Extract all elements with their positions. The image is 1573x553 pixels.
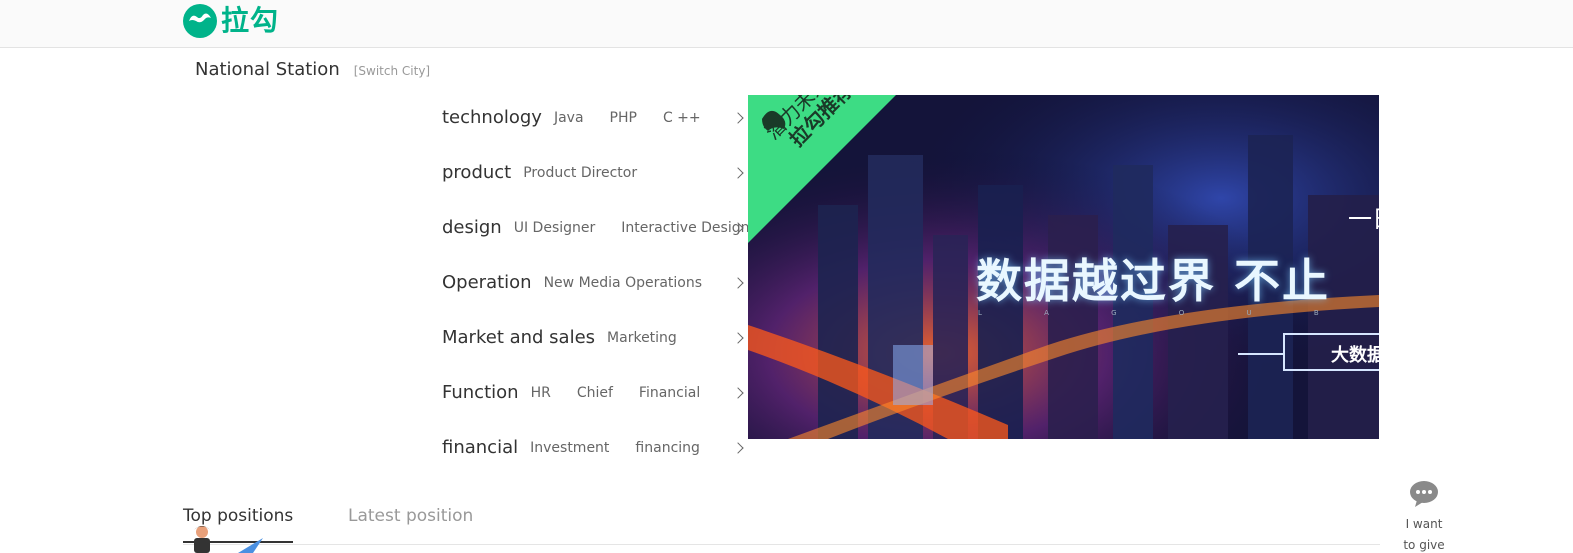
top-header: 拉勾	[0, 0, 1573, 48]
tab-latest-position[interactable]: Latest position	[348, 505, 473, 527]
chevron-right-icon	[732, 276, 744, 289]
switch-city-link[interactable]: [Switch City]	[354, 64, 430, 78]
logo-text: 拉勾	[221, 4, 280, 37]
station-name: National Station	[195, 59, 340, 80]
menu-row-design[interactable]: design UI Designer Interactive Design	[442, 200, 749, 255]
menu-title: Operation	[442, 272, 532, 293]
chevron-right-icon	[732, 111, 744, 124]
menu-title: financial	[442, 437, 519, 458]
menu-row-function[interactable]: Function HR Chief Financial	[442, 365, 746, 420]
menu-row-market-sales[interactable]: Market and sales Marketing	[442, 310, 746, 365]
menu-title: Market and sales	[442, 327, 596, 348]
menu-sub-link[interactable]: financing	[635, 440, 700, 456]
menu-row-operation[interactable]: Operation New Media Operations	[442, 255, 746, 310]
menu-sub-link[interactable]: Investment	[530, 440, 609, 456]
menu-sub-link[interactable]: Financial	[639, 385, 700, 401]
menu-sub-link[interactable]: Chief	[577, 385, 613, 401]
menu-sub-link[interactable]: UI Designer	[514, 220, 596, 236]
banner-dots-text: L A G O U B I G	[978, 309, 1379, 317]
feedback-widget[interactable]: I want to give	[1398, 480, 1450, 553]
logo-icon	[183, 4, 217, 38]
menu-sub-link[interactable]: PHP	[610, 110, 637, 126]
menu-sub-link[interactable]: Interactive Design	[621, 220, 749, 236]
chevron-right-icon	[732, 386, 744, 399]
promo-banner[interactable]: 潜力未来 拉勾推荐 一日 数据越过界 不止 L A G O U B I G 大数…	[748, 95, 1379, 439]
banner-line	[1238, 353, 1284, 355]
banner-box-text: 大数据	[1331, 345, 1379, 366]
station-selector: National Station [Switch City]	[195, 59, 430, 80]
logo[interactable]: 拉勾	[183, 4, 279, 38]
chevron-right-icon	[732, 331, 744, 344]
feedback-label: I want to give	[1403, 517, 1445, 552]
banner-box: 大数据	[1283, 333, 1379, 371]
chevron-right-icon	[732, 166, 744, 179]
menu-row-technology[interactable]: technology Java PHP C ++	[442, 90, 746, 145]
banner-headline: 数据越过界 不止	[976, 254, 1331, 308]
position-tabs: Top positions Latest position	[183, 505, 1380, 545]
menu-sub-link[interactable]: HR	[531, 385, 551, 401]
menu-title: Function	[442, 382, 519, 403]
menu-sub-link[interactable]: C ++	[663, 110, 701, 126]
banner-ribbon: 潜力未来 拉勾推荐	[748, 95, 898, 245]
menu-sub-link[interactable]: Marketing	[607, 330, 677, 346]
menu-title: product	[442, 162, 512, 183]
menu-row-financial[interactable]: financial Investment financing	[442, 420, 746, 475]
menu-sub-link[interactable]: Java	[554, 110, 584, 126]
menu-row-product[interactable]: product Product Director	[442, 145, 746, 200]
illustration-figure	[194, 526, 263, 553]
menu-title: technology	[442, 107, 542, 128]
category-menu: technology Java PHP C ++ product Product…	[442, 90, 749, 475]
banner-corner-text: 一日	[1348, 205, 1379, 233]
menu-sub-link[interactable]: New Media Operations	[544, 275, 702, 291]
menu-sub-link[interactable]: Product Director	[523, 165, 637, 181]
chevron-right-icon	[732, 441, 744, 454]
chat-bubble-icon	[1410, 481, 1438, 507]
menu-title: design	[442, 217, 502, 238]
